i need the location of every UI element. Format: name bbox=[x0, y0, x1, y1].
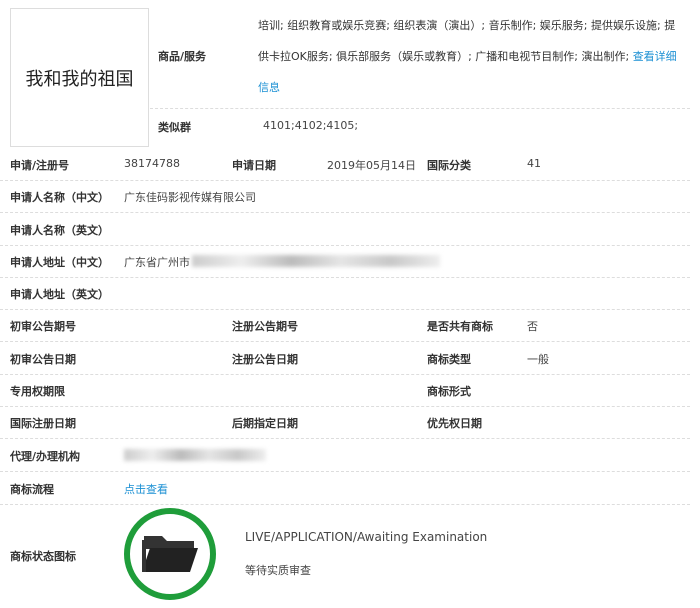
info-row: 初审公告期号 注册公告期号 是否共有商标 否 bbox=[0, 309, 690, 342]
field-label: 初审公告日期 bbox=[10, 353, 76, 366]
field-value: 广东省广州市 bbox=[124, 256, 190, 269]
field-value: 2019年05月14日 bbox=[327, 159, 416, 172]
status-en: LIVE/APPLICATION/Awaiting Examination bbox=[245, 530, 488, 544]
field-value: 38174788 bbox=[124, 157, 180, 170]
info-row: 申请/注册号 38174788 申请日期 2019年05月14日 国际分类 41 bbox=[0, 148, 690, 181]
goods-text: 培训; 组织教育或娱乐竞赛; 组织表演（演出）; 音乐制作; 娱乐服务; 提供娱… bbox=[258, 19, 676, 63]
field-value: 广东佳码影视传媒有限公司 bbox=[124, 191, 256, 204]
field-label: 商标类型 bbox=[427, 353, 471, 366]
redacted-agency bbox=[124, 449, 266, 461]
status-zh: 等待实质审查 bbox=[245, 564, 311, 577]
field-label: 国际分类 bbox=[427, 159, 471, 172]
info-row: 申请人地址（中文） 广东省广州市 bbox=[0, 245, 690, 278]
field-label: 申请人地址（中文） bbox=[10, 256, 109, 269]
status-label: 商标状态图标 bbox=[10, 550, 76, 563]
field-label: 申请/注册号 bbox=[10, 159, 70, 172]
field-label: 申请人名称（中文） bbox=[10, 191, 109, 204]
field-label: 注册公告日期 bbox=[232, 353, 298, 366]
info-row: 申请人名称（中文） 广东佳码影视传媒有限公司 bbox=[0, 180, 690, 213]
status-icon bbox=[124, 508, 216, 600]
goods-label: 商品/服务 bbox=[158, 50, 207, 63]
trademark-header: 我和我的祖国 商品/服务 培训; 组织教育或娱乐竞赛; 组织表演（演出）; 音乐… bbox=[0, 0, 690, 147]
field-label: 专用权期限 bbox=[10, 385, 65, 398]
info-row: 专用权期限 商标形式 bbox=[0, 374, 690, 407]
field-label: 是否共有商标 bbox=[427, 320, 493, 333]
info-row: 代理/办理机构 bbox=[0, 439, 690, 472]
info-row: 申请人地址（英文） bbox=[0, 277, 690, 310]
field-label: 商标流程 bbox=[10, 483, 54, 496]
folder-icon bbox=[142, 536, 198, 572]
field-label: 商标形式 bbox=[427, 385, 471, 398]
field-value: 否 bbox=[527, 320, 538, 333]
goods-list: 培训; 组织教育或娱乐竞赛; 组织表演（演出）; 音乐制作; 娱乐服务; 提供娱… bbox=[258, 10, 683, 103]
field-label: 代理/办理机构 bbox=[10, 450, 81, 463]
info-row: 国际注册日期 后期指定日期 优先权日期 bbox=[0, 406, 690, 439]
trademark-image: 我和我的祖国 bbox=[10, 8, 149, 147]
similar-group-value: 4101;4102;4105; bbox=[263, 119, 359, 132]
info-row: 申请人名称（英文） bbox=[0, 213, 690, 246]
field-label: 申请日期 bbox=[232, 159, 276, 172]
view-process-link[interactable]: 点击查看 bbox=[124, 481, 168, 497]
field-label: 申请人地址（英文） bbox=[10, 288, 109, 301]
field-label: 优先权日期 bbox=[427, 417, 482, 430]
similar-group-label: 类似群 bbox=[158, 121, 191, 134]
status-row: 商标状态图标 LIVE/APPLICATION/Awaiting Examina… bbox=[0, 500, 690, 608]
field-value: 41 bbox=[527, 157, 541, 170]
field-value: 一般 bbox=[527, 353, 549, 366]
field-label: 初审公告期号 bbox=[10, 320, 76, 333]
field-label: 后期指定日期 bbox=[232, 417, 298, 430]
field-label: 申请人名称（英文） bbox=[10, 224, 109, 237]
info-row: 初审公告日期 注册公告日期 商标类型 一般 bbox=[0, 342, 690, 375]
field-label: 国际注册日期 bbox=[10, 417, 76, 430]
field-label: 注册公告期号 bbox=[232, 320, 298, 333]
redacted-address bbox=[192, 255, 440, 267]
